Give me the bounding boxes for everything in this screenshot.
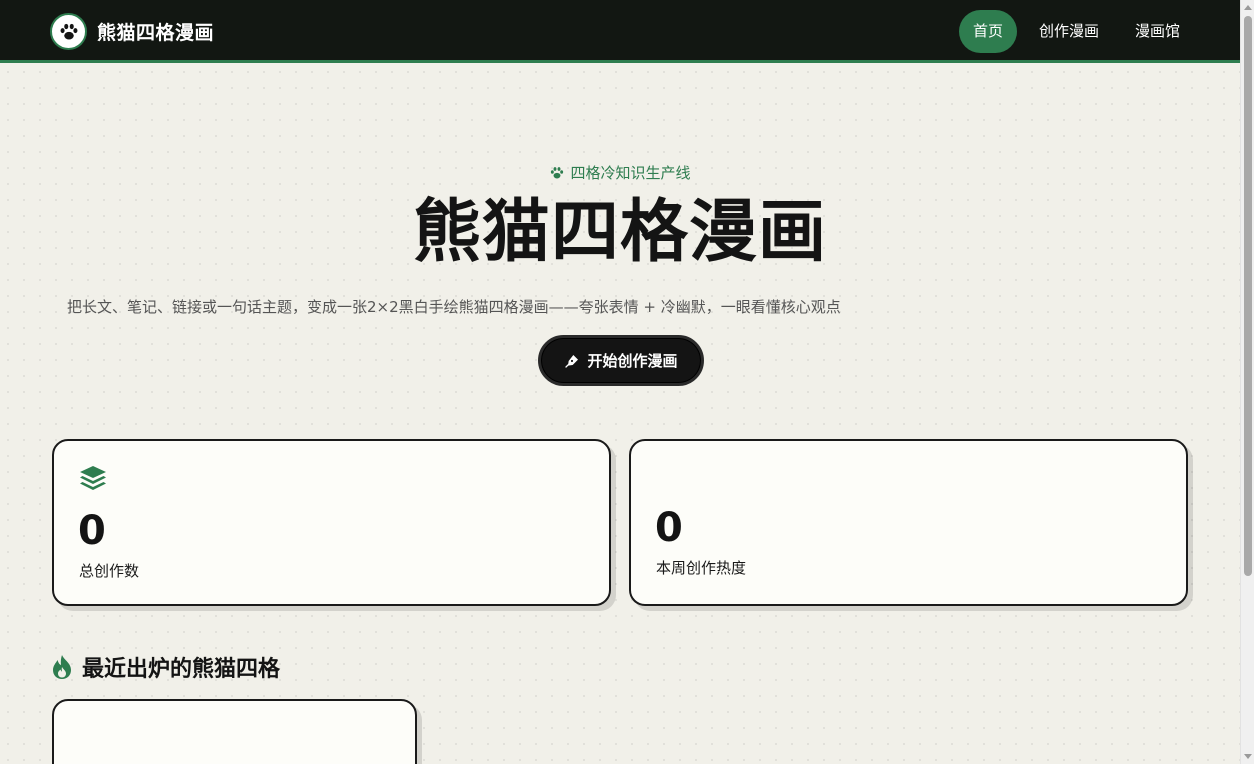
recent-section-title: 最近出炉的熊猫四格 [51,651,280,683]
stat-label: 总创作数 [79,562,140,580]
paw-logo-icon [50,13,87,50]
fire-icon [53,655,71,679]
paw-icon [551,166,564,178]
top-navbar: 熊猫四格漫画 首页 创作漫画 漫画馆 [0,0,1240,63]
page-scrollbar[interactable] [1240,0,1254,764]
recent-comic-card[interactable] [52,699,417,764]
scroll-up-icon[interactable] [1244,5,1252,10]
stat-value: 0 [78,508,106,554]
nav-menu: 首页 创作漫画 漫画馆 [951,10,1194,53]
stat-card-total: 0 总创作数 [52,439,611,606]
hero-tag-text: 四格冷知识生产线 [570,164,691,182]
pen-icon [565,354,579,368]
hero-title: 熊猫四格漫画 [412,193,827,272]
stat-value: 0 [655,505,683,551]
brand-name: 熊猫四格漫画 [97,22,215,44]
nav-item-create[interactable]: 创作漫画 [1025,10,1113,53]
stat-label: 本周创作热度 [656,559,747,577]
layers-icon [79,465,107,495]
scroll-thumb[interactable] [1244,16,1252,576]
recent-section-label: 最近出炉的熊猫四格 [82,657,281,682]
nav-item-home[interactable]: 首页 [958,10,1017,53]
nav-item-gallery[interactable]: 漫画馆 [1121,10,1194,53]
hero-tag: 四格冷知识生产线 [0,162,1240,183]
scroll-down-icon[interactable] [1244,754,1252,759]
brand-logo[interactable]: 熊猫四格漫画 [50,13,214,50]
start-creating-label: 开始创作漫画 [587,353,678,370]
start-creating-button[interactable]: 开始创作漫画 [538,335,704,386]
hero-subtitle: 把长文、笔记、链接或一句话主题，变成一张2×2黑白手绘熊猫四格漫画——夸张表情 … [67,298,841,316]
stat-card-weekly: 0 本周创作热度 [629,439,1188,606]
